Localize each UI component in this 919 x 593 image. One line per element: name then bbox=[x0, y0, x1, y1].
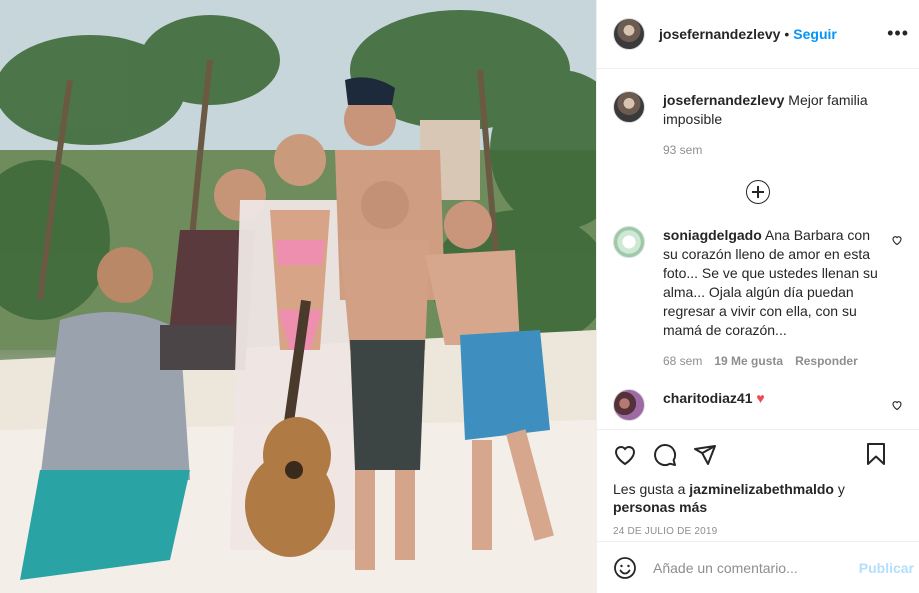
smiley-icon[interactable] bbox=[613, 556, 637, 580]
caption: josefernandezlevy Mejor familia imposibl… bbox=[613, 91, 903, 160]
likes-middle: y bbox=[833, 481, 845, 497]
add-circle-icon[interactable] bbox=[746, 180, 770, 204]
caption-username[interactable]: josefernandezlevy bbox=[663, 92, 784, 108]
load-more bbox=[613, 180, 903, 204]
comment-likes[interactable]: 19 Me gusta bbox=[714, 352, 783, 371]
likes-others[interactable]: personas más bbox=[613, 499, 707, 515]
more-options-icon[interactable]: ••• bbox=[887, 24, 909, 42]
comment-avatar[interactable] bbox=[613, 226, 645, 258]
author-avatar[interactable] bbox=[613, 18, 645, 50]
comment-username[interactable]: charitodiaz41 bbox=[663, 390, 752, 406]
comment-body: charitodiaz41 ♥ bbox=[663, 389, 879, 408]
comment-icon[interactable] bbox=[653, 443, 677, 467]
author-username[interactable]: josefernandezlevy bbox=[659, 26, 780, 42]
caption-age[interactable]: 93 sem bbox=[663, 141, 702, 160]
comment-avatar[interactable] bbox=[613, 389, 645, 421]
comment-text: Ana Barbara con su corazón lleno de amor… bbox=[663, 227, 878, 338]
comment-body: soniagdelgado Ana Barbara con su corazón… bbox=[663, 226, 879, 371]
heart-emoji: ♥ bbox=[756, 390, 765, 406]
beach-family-photo bbox=[0, 0, 596, 593]
separator-dot: • bbox=[784, 26, 790, 42]
comment-age[interactable]: 68 sem bbox=[663, 352, 702, 371]
reply-button[interactable]: Responder bbox=[795, 352, 858, 371]
likes-user[interactable]: jazminelizabethmaldo bbox=[689, 481, 834, 497]
send-icon[interactable] bbox=[693, 443, 717, 467]
post-header: josefernandezlevy • Seguir ••• bbox=[597, 0, 919, 69]
comment-meta: 68 sem 19 Me gusta Responder bbox=[663, 352, 879, 371]
post-panel: josefernandezlevy • Seguir ••• joseferna… bbox=[596, 0, 919, 593]
comment-username[interactable]: soniagdelgado bbox=[663, 227, 762, 243]
add-comment-bar: Publicar bbox=[597, 541, 919, 593]
follow-button[interactable]: Seguir bbox=[793, 26, 837, 42]
action-icons bbox=[613, 442, 904, 468]
comment-item: soniagdelgado Ana Barbara con su corazón… bbox=[613, 226, 903, 371]
comment-like-icon[interactable] bbox=[891, 399, 903, 411]
post-button[interactable]: Publicar bbox=[859, 560, 914, 576]
comments-section: josefernandezlevy Mejor familia imposibl… bbox=[597, 69, 919, 429]
comment-item: charitodiaz41 ♥ bbox=[613, 389, 903, 421]
likes-prefix: Les gusta a bbox=[613, 481, 690, 497]
heart-icon[interactable] bbox=[613, 443, 637, 467]
caption-meta: 93 sem bbox=[663, 141, 879, 160]
post-photo[interactable] bbox=[0, 0, 596, 593]
likes-summary: Les gusta a jazminelizabethmaldo y perso… bbox=[613, 480, 904, 516]
post-date[interactable]: 24 DE JULIO DE 2019 bbox=[613, 526, 904, 537]
caption-avatar[interactable] bbox=[613, 91, 645, 123]
bookmark-icon[interactable] bbox=[864, 442, 888, 466]
comment-input[interactable] bbox=[653, 559, 843, 576]
comment-like-icon[interactable] bbox=[891, 234, 903, 246]
action-bar: Les gusta a jazminelizabethmaldo y perso… bbox=[597, 429, 919, 537]
caption-body: josefernandezlevy Mejor familia imposibl… bbox=[663, 91, 879, 160]
